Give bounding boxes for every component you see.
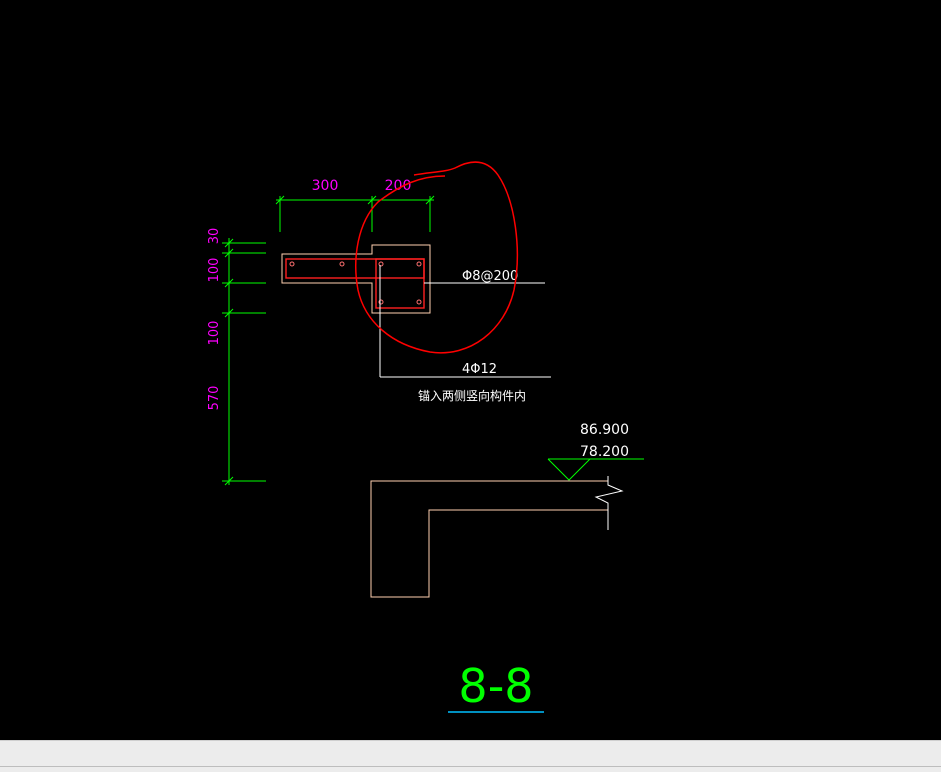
dim-200: 200 bbox=[385, 178, 412, 194]
dim-570: 570 bbox=[207, 386, 222, 411]
dim-100-upper: 100 bbox=[207, 258, 222, 283]
slab-section-outline bbox=[370, 480, 608, 598]
stirrup-label: Φ8@200 bbox=[462, 269, 518, 284]
elevation-top: 86.900 bbox=[580, 422, 629, 438]
left-dimension bbox=[222, 238, 266, 486]
cad-drawing-canvas[interactable]: 300 200 30 100 100 570 Φ8@200 4Φ12 锚入两侧竖… bbox=[0, 0, 941, 740]
dim-30: 30 bbox=[207, 228, 222, 245]
top-dimension bbox=[275, 195, 435, 232]
dim-100-lower: 100 bbox=[207, 321, 222, 346]
main-bar-label: 4Φ12 bbox=[462, 362, 497, 377]
elevation-bottom: 78.200 bbox=[580, 444, 629, 460]
section-drawing: 300 200 30 100 100 570 Φ8@200 4Φ12 锚入两侧竖… bbox=[207, 161, 644, 713]
elevation-marker bbox=[547, 458, 644, 481]
break-line bbox=[594, 476, 624, 530]
status-bar bbox=[0, 740, 941, 772]
dim-300: 300 bbox=[312, 178, 339, 194]
status-divider bbox=[0, 766, 941, 767]
anchor-note: 锚入两侧竖向构件内 bbox=[418, 388, 526, 403]
section-title: 8-8 bbox=[458, 659, 533, 713]
